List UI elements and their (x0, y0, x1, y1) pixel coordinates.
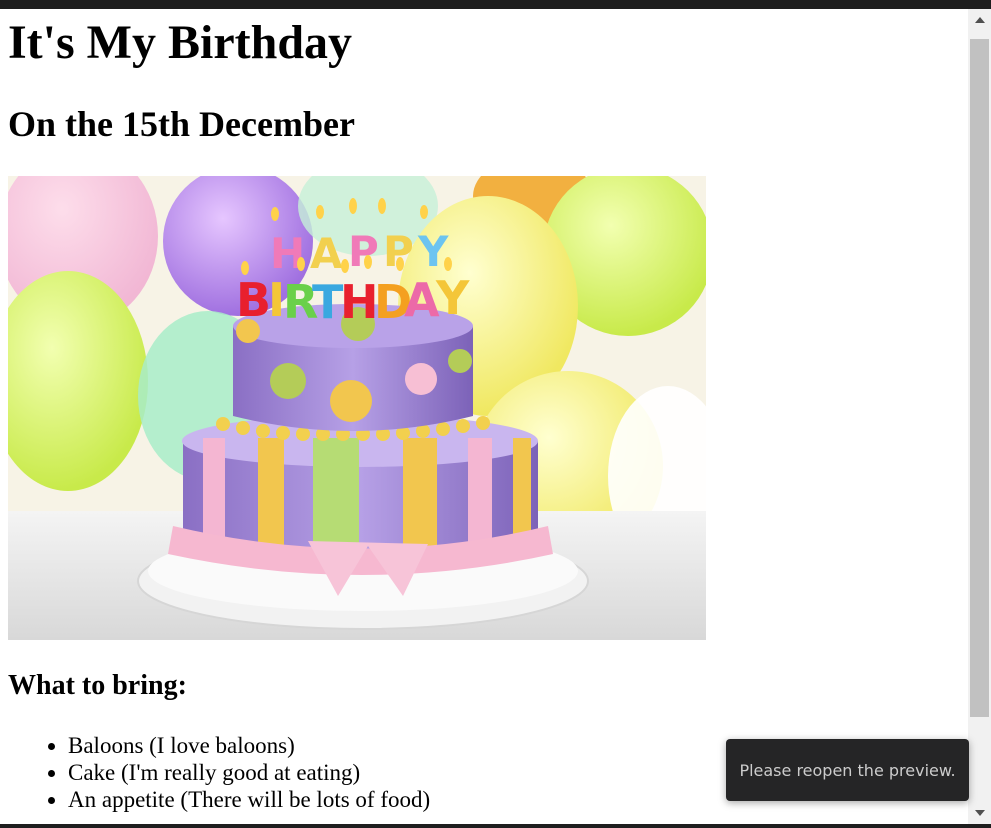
window-top-bar (0, 0, 991, 9)
page-title: It's My Birthday (8, 16, 353, 69)
vertical-scrollbar[interactable] (968, 9, 991, 824)
toast-message: Please reopen the preview. (739, 760, 956, 780)
scroll-down-button[interactable] (968, 802, 991, 824)
what-to-bring-heading: What to bring: (8, 669, 187, 701)
page-content: It's My Birthday On the 15th December H … (0, 9, 968, 813)
window-bottom-bar (0, 824, 991, 828)
scrollbar-thumb[interactable] (970, 39, 989, 717)
svg-text:B: B (236, 273, 271, 327)
triangle-down-icon (974, 810, 985, 816)
svg-text:A: A (404, 273, 440, 327)
triangle-up-icon (974, 17, 985, 23)
svg-text:H: H (340, 275, 379, 329)
page-subtitle: On the 15th December (8, 104, 355, 145)
birthday-cake-image: H A P P Y B I R T H D A Y (8, 175, 706, 640)
svg-text:A: A (310, 229, 343, 278)
svg-text:P: P (348, 227, 379, 276)
notification-toast[interactable]: Please reopen the preview. (726, 739, 969, 801)
svg-text:Y: Y (435, 271, 470, 325)
preview-page: It's My Birthday On the 15th December H … (0, 9, 968, 824)
scroll-up-button[interactable] (968, 9, 991, 31)
svg-text:Y: Y (417, 227, 449, 276)
